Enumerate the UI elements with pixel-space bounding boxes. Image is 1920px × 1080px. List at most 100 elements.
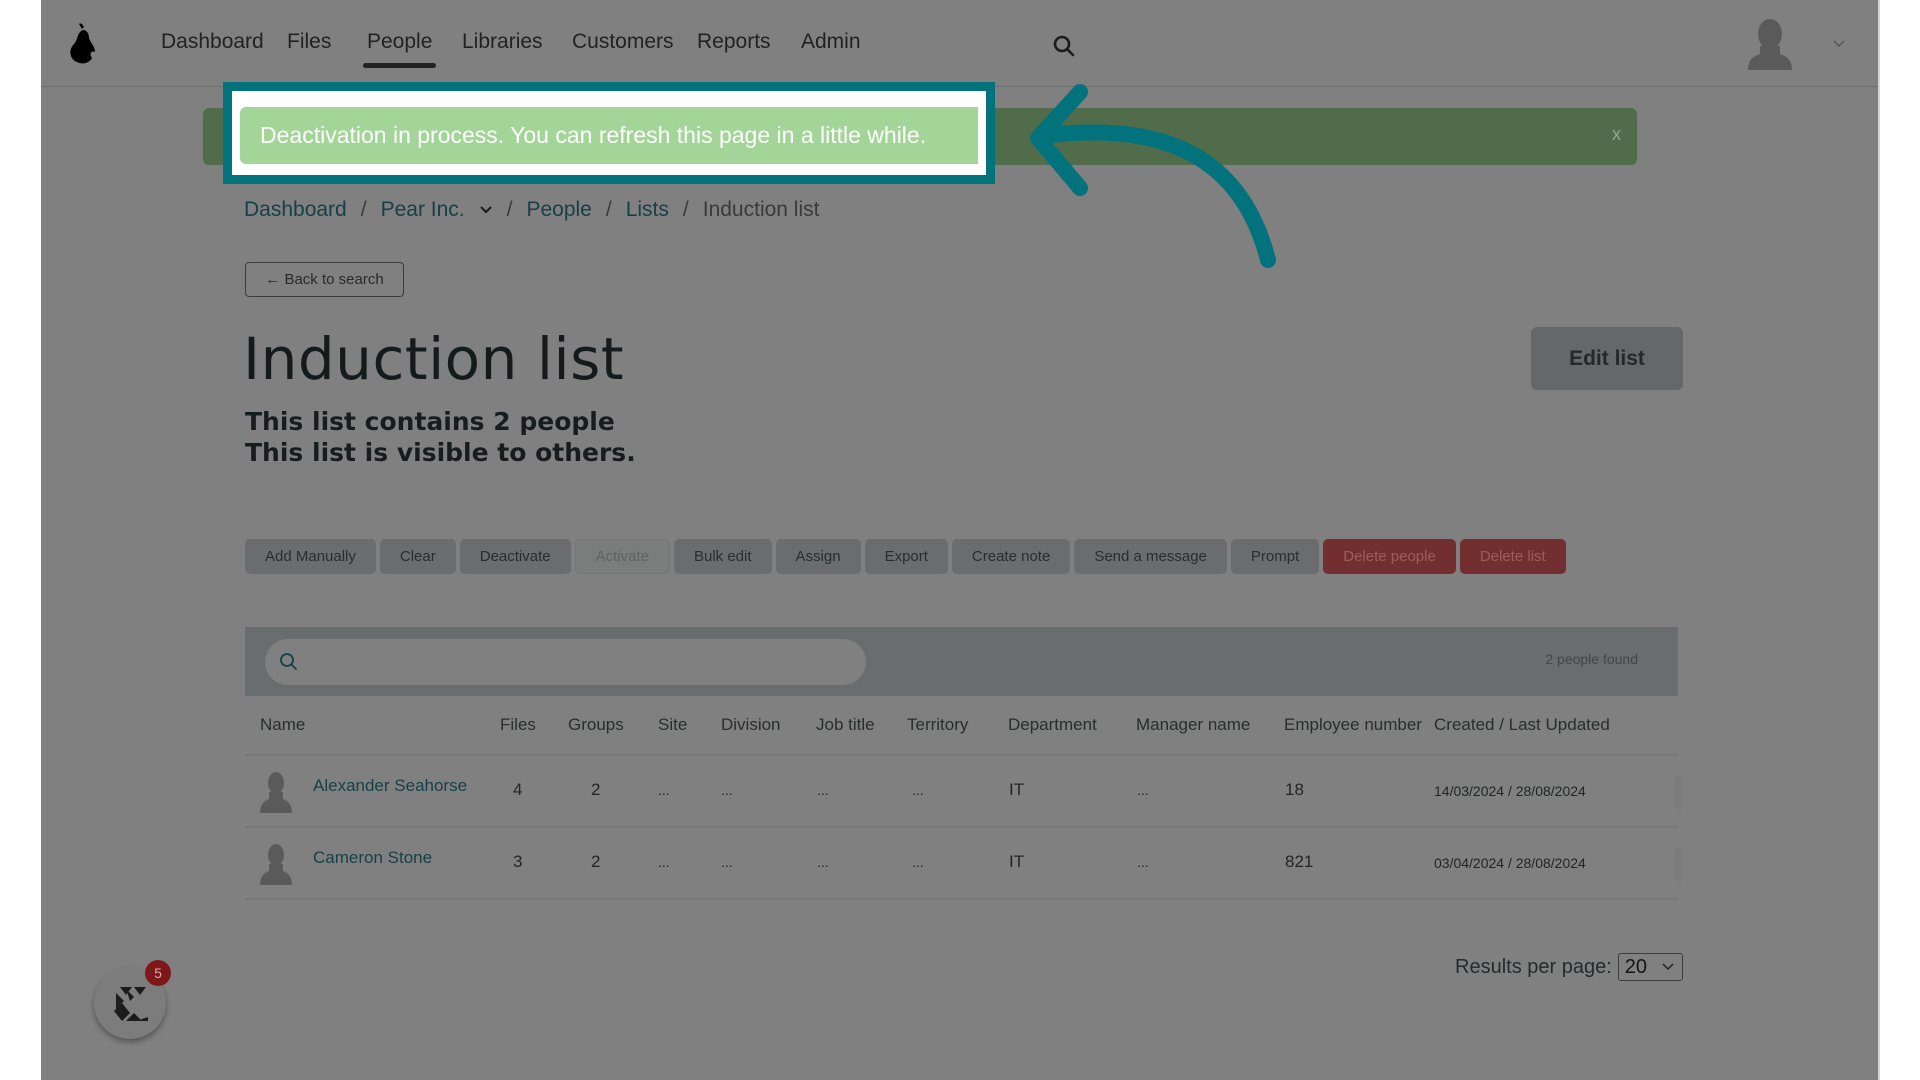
chevron-down-icon[interactable] bbox=[1831, 36, 1847, 50]
search-field[interactable] bbox=[265, 639, 866, 685]
activate-button[interactable]: Activate bbox=[574, 539, 670, 574]
row-action-handle[interactable] bbox=[1674, 847, 1682, 882]
cell-department: IT bbox=[1009, 852, 1025, 871]
clear-button[interactable]: Clear bbox=[379, 539, 456, 574]
back-to-search-button[interactable]: ← Back to search bbox=[245, 262, 404, 297]
chat-widget-icon bbox=[114, 987, 148, 1021]
notification-badge: 5 bbox=[145, 960, 171, 986]
delete-people-button[interactable]: Delete people bbox=[1323, 539, 1456, 574]
nav-dashboard[interactable]: Dashboard bbox=[161, 30, 264, 54]
close-icon[interactable]: x bbox=[1612, 124, 1621, 145]
search-input[interactable] bbox=[309, 639, 849, 685]
column-header-job-title[interactable]: Job title bbox=[816, 715, 875, 735]
person-name-link[interactable]: Alexander Seahorse bbox=[313, 776, 467, 796]
page-edge bbox=[1878, 0, 1880, 1080]
cell-job-title: ... bbox=[817, 782, 829, 798]
annotation-arrow-icon bbox=[1030, 84, 1276, 268]
cell-division: ... bbox=[721, 782, 733, 798]
cell-territory: ... bbox=[912, 854, 924, 870]
column-header-created-updated[interactable]: Created / Last Updated bbox=[1434, 715, 1610, 735]
cell-job-title: ... bbox=[817, 854, 829, 870]
avatar-icon bbox=[260, 844, 292, 885]
column-header-site[interactable]: Site bbox=[658, 715, 687, 735]
breadcrumb-current: Induction list bbox=[702, 198, 820, 221]
column-header-groups[interactable]: Groups bbox=[568, 715, 624, 735]
breadcrumb-dashboard[interactable]: Dashboard bbox=[244, 198, 347, 222]
cell-groups: 2 bbox=[591, 780, 601, 799]
alert-message: Deactivation in process. You can refresh… bbox=[240, 107, 978, 164]
breadcrumb-separator: / bbox=[605, 198, 612, 221]
row-action-handle[interactable] bbox=[1674, 775, 1682, 810]
column-header-department[interactable]: Department bbox=[1008, 715, 1097, 735]
prompt-button[interactable]: Prompt bbox=[1230, 539, 1320, 574]
assign-button[interactable]: Assign bbox=[775, 539, 861, 574]
column-header-files[interactable]: Files bbox=[500, 715, 536, 735]
list-count-summary: This list contains 2 people bbox=[245, 407, 615, 436]
column-header-manager-name[interactable]: Manager name bbox=[1136, 715, 1250, 735]
breadcrumb-separator: / bbox=[682, 198, 689, 221]
cell-department: IT bbox=[1009, 780, 1025, 799]
nav-people[interactable]: People bbox=[362, 30, 437, 68]
results-count: 2 people found bbox=[1545, 651, 1638, 667]
cell-territory: ... bbox=[912, 782, 924, 798]
user-avatar-icon[interactable] bbox=[1747, 18, 1793, 70]
cell-manager: ... bbox=[1137, 854, 1149, 870]
person-name-link[interactable]: Cameron Stone bbox=[313, 848, 432, 868]
column-header-employee-number[interactable]: Employee number bbox=[1284, 715, 1422, 735]
deactivate-button[interactable]: Deactivate bbox=[459, 539, 571, 574]
cell-division: ... bbox=[721, 854, 733, 870]
cell-groups: 2 bbox=[591, 852, 601, 871]
cell-site: ... bbox=[658, 782, 670, 798]
nav-admin[interactable]: Admin bbox=[801, 30, 861, 54]
results-per-page-select[interactable]: 20 bbox=[1617, 953, 1683, 981]
add-manually-button[interactable]: Add Manually bbox=[245, 539, 376, 574]
people-search-panel: 2 people found bbox=[245, 627, 1678, 696]
cell-files: 3 bbox=[513, 852, 523, 871]
breadcrumb-separator: / bbox=[506, 198, 513, 221]
breadcrumb-people[interactable]: People bbox=[526, 198, 591, 222]
nav-reports[interactable]: Reports bbox=[697, 30, 771, 54]
column-header-name[interactable]: Name bbox=[260, 715, 305, 735]
table-row[interactable]: Alexander Seahorse 4 2 ... ... ... ... I… bbox=[245, 756, 1682, 828]
results-per-page-label: Results per page: bbox=[1455, 955, 1612, 978]
avatar-icon bbox=[260, 772, 292, 813]
nav-libraries[interactable]: Libraries bbox=[462, 30, 543, 54]
cell-employee-number: 821 bbox=[1285, 852, 1314, 871]
send-message-button[interactable]: Send a message bbox=[1074, 539, 1227, 574]
column-header-division[interactable]: Division bbox=[721, 715, 781, 735]
action-toolbar: Add Manually Clear Deactivate Activate B… bbox=[245, 539, 1566, 574]
chat-widget-button[interactable]: 5 bbox=[94, 960, 171, 1039]
breadcrumb-company[interactable]: Pear Inc. bbox=[381, 198, 465, 222]
export-button[interactable]: Export bbox=[864, 539, 948, 574]
table-row[interactable]: Cameron Stone 3 2 ... ... ... ... IT ...… bbox=[245, 828, 1682, 900]
delete-list-button[interactable]: Delete list bbox=[1459, 539, 1566, 574]
chevron-down-icon bbox=[1662, 963, 1674, 971]
chevron-down-icon[interactable] bbox=[479, 205, 493, 215]
list-visibility-summary: This list is visible to others. bbox=[245, 438, 636, 467]
cell-files: 4 bbox=[513, 780, 523, 799]
cell-manager: ... bbox=[1137, 782, 1149, 798]
cell-employee-number: 18 bbox=[1285, 780, 1304, 799]
create-note-button[interactable]: Create note bbox=[951, 539, 1071, 574]
edit-list-button[interactable]: Edit list bbox=[1531, 327, 1683, 390]
nav-customers[interactable]: Customers bbox=[572, 30, 674, 54]
nav-files[interactable]: Files bbox=[287, 30, 331, 54]
results-per-page: Results per page: 20 bbox=[1455, 953, 1683, 981]
search-icon[interactable] bbox=[1052, 34, 1076, 58]
search-icon bbox=[280, 653, 297, 670]
cell-dates: 03/04/2024 / 28/08/2024 bbox=[1434, 855, 1586, 871]
column-header-territory[interactable]: Territory bbox=[907, 715, 968, 735]
breadcrumb-separator: / bbox=[360, 198, 367, 221]
results-per-page-value: 20 bbox=[1624, 956, 1648, 978]
table-header: Name Files Groups Site Division Job titl… bbox=[245, 700, 1678, 756]
bulk-edit-button[interactable]: Bulk edit bbox=[673, 539, 772, 574]
cell-dates: 14/03/2024 / 28/08/2024 bbox=[1434, 783, 1586, 799]
highlight-callout: Deactivation in process. You can refresh… bbox=[223, 82, 995, 184]
cell-site: ... bbox=[658, 854, 670, 870]
breadcrumb: Dashboard / Pear Inc. / People / Lists /… bbox=[244, 198, 819, 222]
top-navigation: Dashboard Files People Libraries Custome… bbox=[41, 0, 1878, 87]
people-table: Name Files Groups Site Division Job titl… bbox=[245, 700, 1682, 900]
breadcrumb-lists[interactable]: Lists bbox=[626, 198, 669, 222]
pear-logo-icon[interactable] bbox=[65, 20, 101, 66]
page-title: Induction list bbox=[243, 325, 625, 393]
